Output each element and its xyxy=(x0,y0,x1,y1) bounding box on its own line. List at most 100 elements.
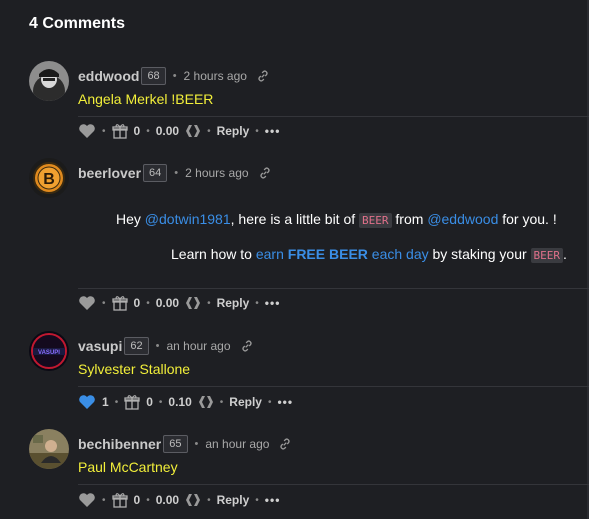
text: , here is a little bit of xyxy=(230,211,360,227)
payout-value[interactable]: 0.00 xyxy=(156,493,179,507)
separator-dot: • xyxy=(102,494,106,506)
mention-link[interactable]: @eddwood xyxy=(427,211,498,227)
separator-dot: • xyxy=(194,438,199,450)
link-icon[interactable] xyxy=(256,69,270,83)
highlighted-text: Angela Merkel !BEER xyxy=(78,91,214,107)
gift-count: 0 xyxy=(146,395,153,409)
separator-dot: • xyxy=(146,125,150,137)
avatar[interactable]: B xyxy=(29,158,69,198)
heart-icon[interactable] xyxy=(78,123,96,139)
comment-beerlover: B beerlover 64 • 2 hours ago Hey @dotwin… xyxy=(29,158,589,318)
comment-body: Paul McCartney xyxy=(78,459,178,475)
separator-dot: • xyxy=(207,494,211,506)
comment-meta: eddwood 68 • 2 hours ago xyxy=(78,66,270,86)
link-icon[interactable] xyxy=(278,437,292,451)
beer-message-line1: Hey @dotwin1981, here is a little bit of… xyxy=(116,211,557,228)
separator-dot: • xyxy=(172,70,177,82)
comment-actions: • 0 • 0.00 • Reply • ••• xyxy=(78,121,280,141)
reply-button[interactable]: Reply xyxy=(217,493,250,507)
comment-actions: 1 • 0 • 0.10 • Reply • ••• xyxy=(78,392,293,412)
comments-count-title: 4 Comments xyxy=(29,15,126,32)
hive-icon xyxy=(186,494,201,506)
text: from xyxy=(391,211,428,227)
heart-icon[interactable] xyxy=(78,295,96,311)
author-name[interactable]: bechibenner xyxy=(78,436,161,452)
more-icon[interactable]: ••• xyxy=(265,296,281,310)
like-count[interactable]: 1 xyxy=(102,395,109,409)
gift-icon[interactable] xyxy=(124,394,140,410)
comment-vasupi: VASUPI vasupi 62 • an hour ago Sylvester… xyxy=(29,331,589,421)
more-icon[interactable]: ••• xyxy=(265,493,281,507)
heart-icon[interactable] xyxy=(78,394,96,410)
more-icon[interactable]: ••• xyxy=(277,395,293,409)
text: for you. ! xyxy=(498,211,557,227)
beer-message-line2: Learn how to earn FREE BEER each day by … xyxy=(171,246,567,263)
text: FREE BEER xyxy=(287,246,368,262)
reply-button[interactable]: Reply xyxy=(217,124,250,138)
reputation-badge: 64 xyxy=(143,164,168,182)
timestamp[interactable]: an hour ago xyxy=(205,437,269,451)
separator-dot: • xyxy=(207,297,211,309)
separator-dot: • xyxy=(267,396,272,408)
reputation-badge: 62 xyxy=(124,337,149,355)
highlighted-text: Sylvester Stallone xyxy=(78,361,191,377)
comment-meta: vasupi 62 • an hour ago xyxy=(78,336,254,356)
text: earn xyxy=(255,246,288,262)
separator-dot: • xyxy=(255,297,259,309)
earn-link[interactable]: earn FREE BEER each day xyxy=(256,246,429,262)
divider xyxy=(78,288,589,289)
hive-icon xyxy=(186,297,201,309)
hive-icon xyxy=(198,396,213,408)
text: Learn how to xyxy=(171,246,256,262)
gift-icon[interactable] xyxy=(111,123,128,139)
comment-body: Angela Merkel !BEER xyxy=(78,91,213,107)
separator-dot: • xyxy=(174,167,179,179)
gift-count: 0 xyxy=(133,296,141,310)
beer-tag: BEER xyxy=(530,248,564,263)
hive-icon xyxy=(186,125,201,137)
comment-actions: • 0 • 0.00 • Reply • ••• xyxy=(78,293,280,313)
author-name[interactable]: vasupi xyxy=(78,338,122,354)
reputation-badge: 68 xyxy=(141,67,166,85)
link-icon[interactable] xyxy=(258,166,272,180)
separator-dot: • xyxy=(102,297,106,309)
timestamp[interactable]: 2 hours ago xyxy=(184,69,247,83)
avatar[interactable] xyxy=(29,61,69,101)
svg-text:B: B xyxy=(43,171,55,188)
link-icon[interactable] xyxy=(240,339,254,353)
separator-dot: • xyxy=(255,494,259,506)
comment-eddwood: eddwood 68 • 2 hours ago Angela Merkel !… xyxy=(29,61,589,151)
gift-icon[interactable] xyxy=(111,492,128,508)
separator-dot: • xyxy=(158,396,163,408)
separator-dot: • xyxy=(155,340,160,352)
gift-count: 0 xyxy=(133,124,141,138)
author-name[interactable]: beerlover xyxy=(78,165,141,181)
avatar[interactable]: VASUPI xyxy=(29,331,69,371)
avatar[interactable] xyxy=(29,429,69,469)
separator-dot: • xyxy=(255,125,259,137)
separator-dot: • xyxy=(146,494,150,506)
separator-dot: • xyxy=(102,125,106,137)
mention-link[interactable]: @dotwin1981 xyxy=(145,211,231,227)
payout-value[interactable]: 0.00 xyxy=(156,124,179,138)
gift-count: 0 xyxy=(133,493,141,507)
heart-icon[interactable] xyxy=(78,492,96,508)
comment-bechibenner: bechibenner 65 • an hour ago Paul McCart… xyxy=(29,429,589,519)
comment-actions: • 0 • 0.00 • Reply • ••• xyxy=(78,490,280,510)
payout-value[interactable]: 0.10 xyxy=(168,395,191,409)
more-icon[interactable]: ••• xyxy=(265,124,281,138)
comment-body: Sylvester Stallone xyxy=(78,361,190,377)
highlighted-text: Paul McCartney xyxy=(78,459,178,475)
payout-value[interactable]: 0.00 xyxy=(156,296,179,310)
separator-dot: • xyxy=(146,297,150,309)
timestamp[interactable]: 2 hours ago xyxy=(185,166,248,180)
separator-dot: • xyxy=(114,396,119,408)
separator-dot: • xyxy=(219,396,224,408)
comment-meta: bechibenner 65 • an hour ago xyxy=(78,434,292,454)
gift-icon[interactable] xyxy=(111,295,128,311)
reply-button[interactable]: Reply xyxy=(229,395,262,409)
text: Hey xyxy=(116,211,145,227)
reply-button[interactable]: Reply xyxy=(217,296,250,310)
author-name[interactable]: eddwood xyxy=(78,68,139,84)
timestamp[interactable]: an hour ago xyxy=(166,339,230,353)
